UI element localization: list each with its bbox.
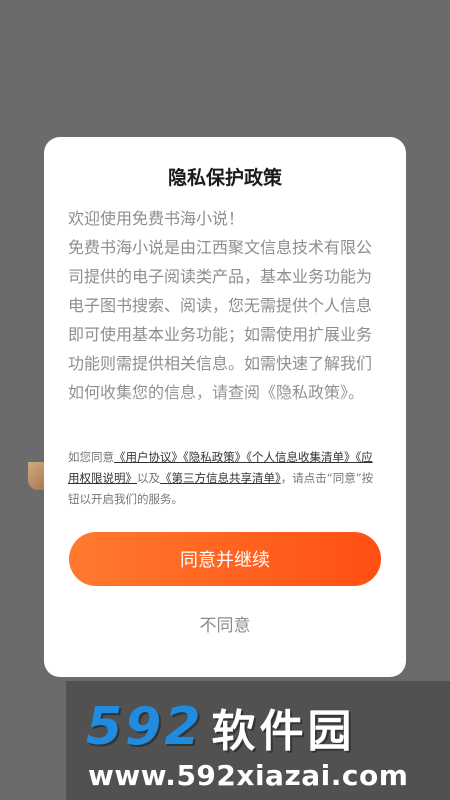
third-party-list-link[interactable]: 《第三方信息共享清单》	[160, 471, 281, 485]
site-watermark: 592 软件园 www.592xiazai.com	[66, 681, 450, 800]
privacy-policy-link[interactable]: 《隐私政策》	[183, 450, 246, 464]
user-agreement-link[interactable]: 《用户协议》	[114, 450, 183, 464]
agree-continue-button[interactable]: 同意并继续	[69, 532, 381, 586]
consent-prefix: 如您同意	[68, 450, 114, 464]
personal-info-list-link[interactable]: 《个人信息收集清单》	[246, 450, 355, 464]
consent-notice: 如您同意《用户协议》《隐私政策》《个人信息收集清单》《应用权限说明》以及《第三方…	[68, 447, 382, 510]
watermark-url: www.592xiazai.com	[88, 759, 409, 792]
disagree-button[interactable]: 不同意	[194, 610, 257, 637]
consent-connector: 以及	[137, 471, 160, 485]
watermark-brand-name: 软件园	[211, 706, 356, 757]
policy-description: 免费书海小说是由江西聚文信息技术有限公司提供的电子阅读类产品，基本业务功能为电子…	[68, 238, 373, 402]
privacy-policy-dialog: 隐私保护政策 欢迎使用免费书海小说！ 免费书海小说是由江西聚文信息技术有限公司提…	[44, 137, 406, 677]
scroll-fade	[68, 392, 382, 432]
welcome-text: 欢迎使用免费书海小说！	[68, 209, 245, 228]
dialog-title: 隐私保护政策	[167, 167, 282, 189]
watermark-brand-number: 592	[86, 697, 204, 757]
watermark-logo: 592 软件园	[66, 681, 450, 759]
policy-body[interactable]: 欢迎使用免费书海小说！ 免费书海小说是由江西聚文信息技术有限公司提供的电子阅读类…	[68, 204, 382, 432]
